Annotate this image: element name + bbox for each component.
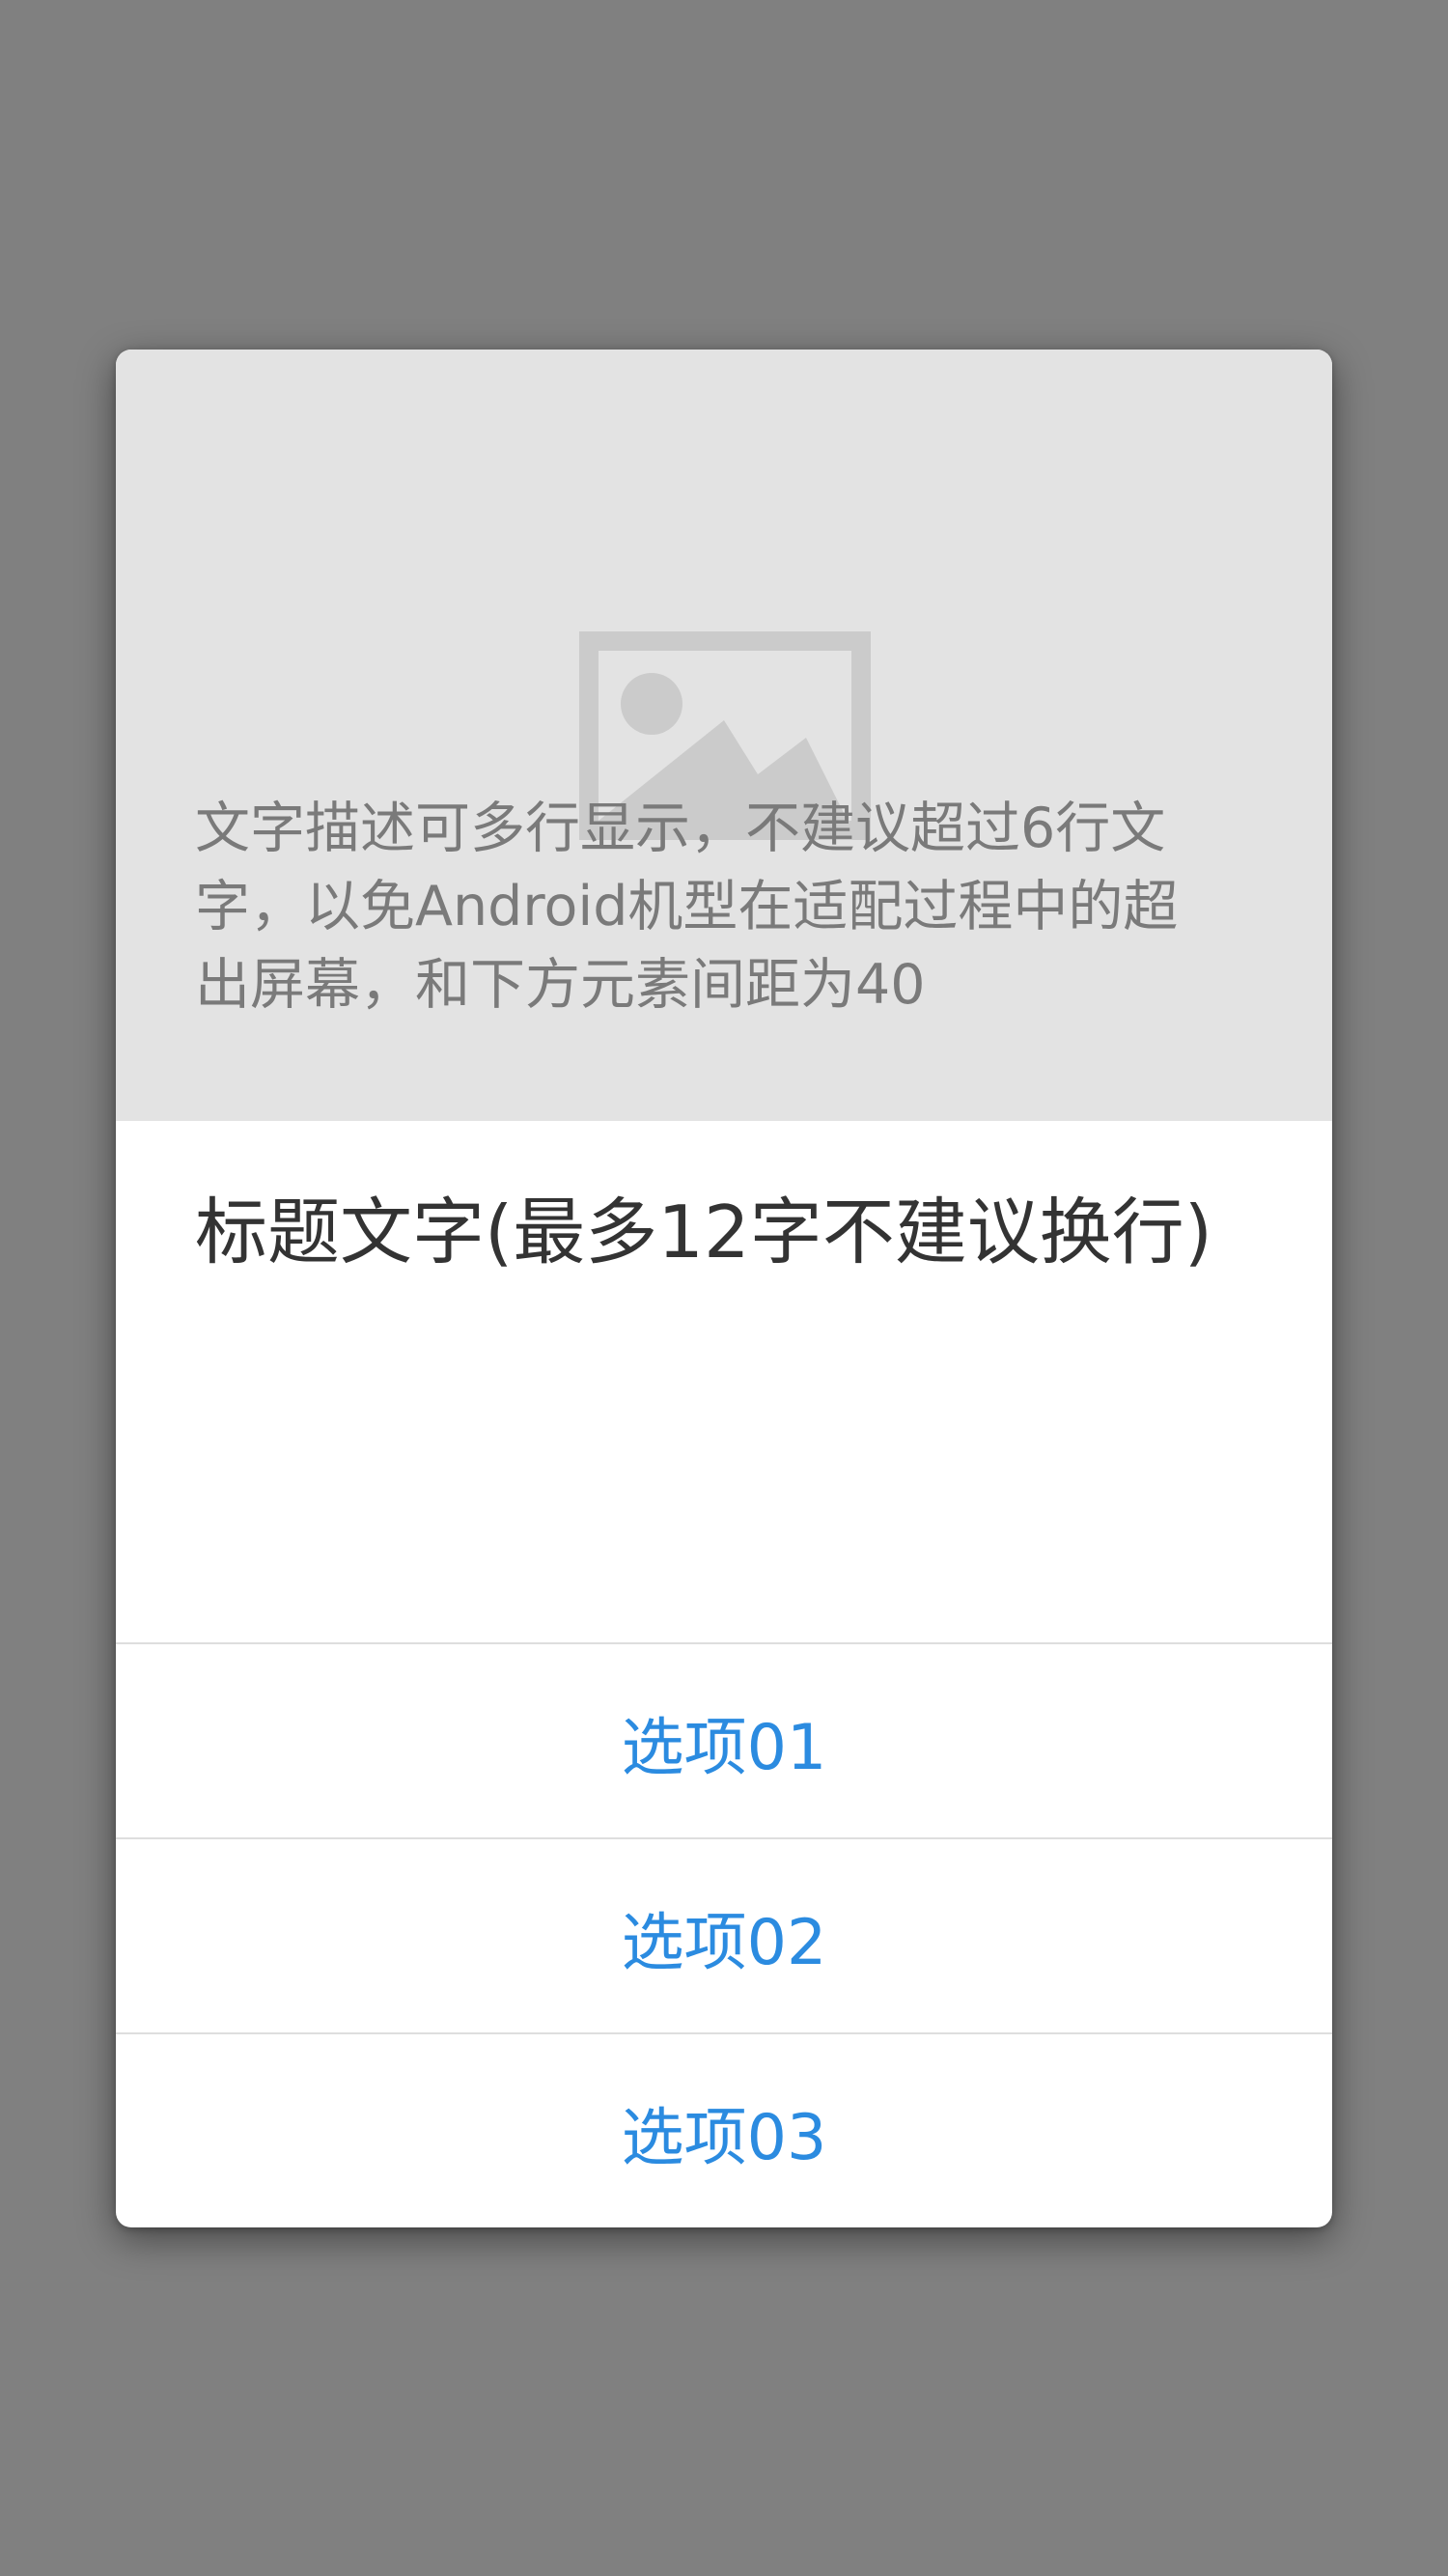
option-03-button[interactable]: 选项03	[116, 2032, 1332, 2227]
option-label: 选项02	[621, 1906, 827, 1979]
description-line: 字，以免Android机型在适配过程中的超	[195, 875, 1179, 938]
dialog-title: 标题文字(最多12字不建议换行)	[195, 1190, 1212, 1274]
option-label: 选项01	[621, 1711, 827, 1784]
option-01-button[interactable]: 选项01	[116, 1642, 1332, 1838]
option-02-button[interactable]: 选项02	[116, 1837, 1332, 2033]
description-line: 出屏幕，和下方元素间距为40	[195, 953, 926, 1017]
option-label: 选项03	[621, 2102, 827, 2174]
dialog: 标题文字(最多12字不建议换行) 文字描述可多行显示，不建议超过6行文 字，以免…	[116, 350, 1332, 2227]
description-line: 文字描述可多行显示，不建议超过6行文	[195, 797, 1166, 860]
dialog-description: 文字描述可多行显示，不建议超过6行文 字，以免Android机型在适配过程中的超…	[195, 790, 1257, 1024]
